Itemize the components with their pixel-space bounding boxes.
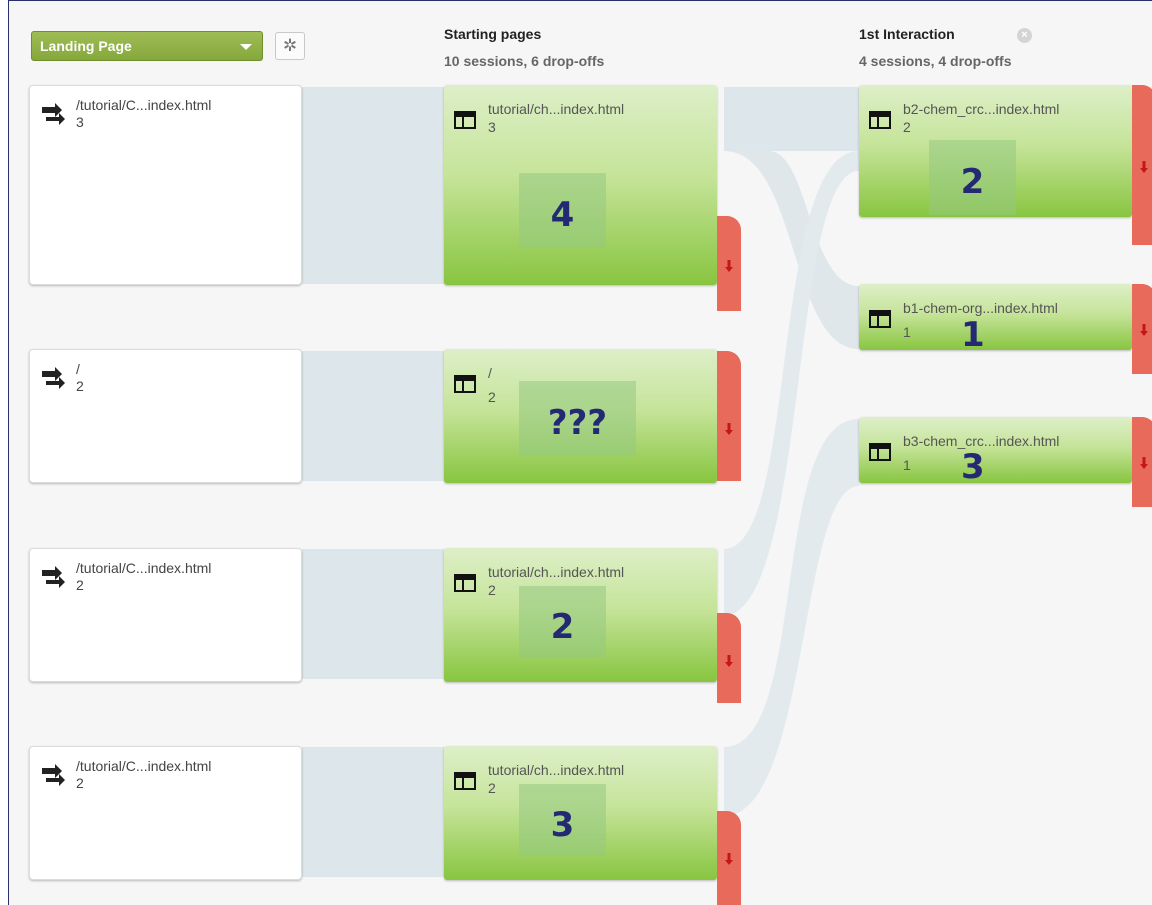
dropoff-bar[interactable] bbox=[717, 216, 741, 311]
annotation-box: 3 bbox=[519, 784, 606, 856]
starting-node-count: 2 bbox=[488, 389, 496, 405]
interaction-node[interactable]: b2-chem_crc...index.html 2 2 bbox=[859, 85, 1132, 217]
interaction-node[interactable]: b3-chem_crc...index.html 1 bbox=[859, 417, 1132, 483]
landing-node[interactable]: /tutorial/C...index.html 3 bbox=[29, 85, 302, 285]
interaction-node-title: b2-chem_crc...index.html bbox=[903, 101, 1060, 117]
interaction-node-count: 2 bbox=[903, 119, 911, 135]
page-layout-icon bbox=[869, 111, 891, 129]
page-layout-icon bbox=[454, 574, 476, 592]
starting-node-count: 2 bbox=[488, 582, 496, 598]
drop-arrow-icon bbox=[725, 655, 733, 667]
dropoff-bar[interactable] bbox=[1132, 85, 1152, 245]
dropoff-bar[interactable] bbox=[1132, 284, 1152, 374]
interaction-node[interactable]: b1-chem-org...index.html 1 bbox=[859, 284, 1132, 350]
flow-arrows-icon bbox=[42, 367, 65, 389]
close-icon[interactable]: × bbox=[1017, 28, 1032, 43]
landing-node-count: 2 bbox=[76, 378, 84, 394]
flow-band bbox=[724, 419, 859, 816]
annotation-number: 3 bbox=[961, 447, 985, 487]
drop-arrow-icon bbox=[725, 423, 733, 435]
flow-visualization: Landing Page ✲ Starting pages 10 session… bbox=[8, 0, 1152, 905]
page-layout-icon bbox=[454, 111, 476, 129]
column-title-interaction: 1st Interaction bbox=[859, 26, 955, 42]
landing-node[interactable]: /tutorial/C...index.html 2 bbox=[29, 746, 302, 880]
annotation-box: ??? bbox=[519, 381, 636, 456]
starting-node[interactable]: tutorial/ch...index.html 2 3 bbox=[444, 746, 717, 880]
gear-icon[interactable]: ✲ bbox=[275, 32, 305, 60]
starting-node-title: tutorial/ch...index.html bbox=[488, 762, 625, 778]
flow-arrows-icon bbox=[42, 103, 65, 125]
column-subtitle-interaction: 4 sessions, 4 drop-offs bbox=[859, 53, 1012, 69]
starting-node-count: 2 bbox=[488, 780, 496, 796]
annotation-number: 1 bbox=[961, 315, 985, 355]
flow-band bbox=[302, 87, 452, 284]
page-layout-icon bbox=[869, 443, 891, 461]
annotation-box: 2 bbox=[929, 140, 1016, 215]
flow-arrows-icon bbox=[42, 764, 65, 786]
annotation-box: 4 bbox=[519, 173, 606, 248]
drop-arrow-icon bbox=[725, 260, 733, 272]
landing-node-title: /tutorial/C...index.html bbox=[76, 758, 212, 774]
drop-arrow-icon bbox=[1140, 324, 1148, 336]
dropoff-bar[interactable] bbox=[1132, 417, 1152, 507]
flow-band bbox=[302, 747, 452, 877]
starting-node-count: 3 bbox=[488, 119, 496, 135]
page-layout-icon bbox=[454, 375, 476, 393]
interaction-node-count: 1 bbox=[903, 457, 911, 473]
starting-node-title: tutorial/ch...index.html bbox=[488, 101, 625, 117]
dropoff-bar[interactable] bbox=[717, 811, 741, 905]
column-title-starting: Starting pages bbox=[444, 26, 542, 42]
starting-node-title: / bbox=[488, 365, 492, 381]
landing-node-title: /tutorial/C...index.html bbox=[76, 97, 212, 113]
page-layout-icon bbox=[454, 772, 476, 790]
landing-node-count: 3 bbox=[76, 114, 84, 130]
landing-node[interactable]: /tutorial/C...index.html 2 bbox=[29, 548, 302, 682]
page-layout-icon bbox=[869, 310, 891, 328]
landing-node-count: 2 bbox=[76, 775, 84, 791]
interaction-node-count: 1 bbox=[903, 324, 911, 340]
landing-node-count: 2 bbox=[76, 577, 84, 593]
column-subtitle-starting: 10 sessions, 6 drop-offs bbox=[444, 53, 605, 69]
annotation-box: 2 bbox=[519, 586, 606, 658]
dimension-label: Landing Page bbox=[40, 38, 132, 54]
landing-node[interactable]: / 2 bbox=[29, 349, 302, 483]
drop-arrow-icon bbox=[725, 853, 733, 865]
starting-node[interactable]: tutorial/ch...index.html 3 4 bbox=[444, 85, 717, 285]
drop-arrow-icon bbox=[1140, 457, 1148, 469]
landing-node-title: /tutorial/C...index.html bbox=[76, 560, 212, 576]
chevron-down-icon bbox=[240, 44, 252, 50]
dropoff-bar[interactable] bbox=[717, 613, 741, 703]
starting-node[interactable]: tutorial/ch...index.html 2 2 bbox=[444, 548, 717, 682]
flow-band bbox=[724, 87, 859, 151]
dimension-dropdown[interactable]: Landing Page bbox=[31, 31, 263, 61]
drop-arrow-icon bbox=[1140, 161, 1148, 173]
flow-band bbox=[302, 549, 452, 679]
dropoff-bar[interactable] bbox=[717, 351, 741, 481]
starting-node[interactable]: / 2 ??? bbox=[444, 349, 717, 483]
flow-band bbox=[302, 351, 452, 481]
starting-node-title: tutorial/ch...index.html bbox=[488, 564, 625, 580]
flow-arrows-icon bbox=[42, 566, 65, 588]
landing-node-title: / bbox=[76, 361, 80, 377]
interaction-node-title: b1-chem-org...index.html bbox=[903, 300, 1058, 316]
